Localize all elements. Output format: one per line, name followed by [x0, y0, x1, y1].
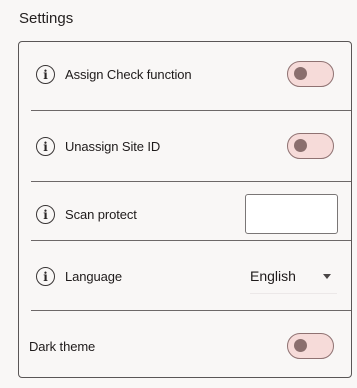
- divider: [31, 310, 351, 311]
- settings-card: i Assign Check function i Unassign Site …: [18, 41, 352, 378]
- setting-row-scan-protect: i Scan protect: [19, 194, 351, 234]
- divider: [31, 110, 351, 111]
- unassign-site-toggle[interactable]: [287, 133, 334, 159]
- divider: [31, 240, 351, 241]
- scan-protect-input[interactable]: [245, 194, 338, 234]
- language-select[interactable]: English: [250, 259, 337, 294]
- info-icon[interactable]: i: [36, 64, 55, 84]
- page-title: Settings: [19, 10, 74, 27]
- settings-page: Settings i Assign Check function i Unass…: [0, 0, 357, 388]
- info-icon[interactable]: i: [36, 136, 55, 156]
- setting-row-unassign-site: i Unassign Site ID: [19, 132, 351, 160]
- divider: [31, 181, 351, 182]
- assign-check-toggle[interactable]: [287, 61, 334, 87]
- info-icon[interactable]: i: [36, 266, 55, 286]
- language-label: Language: [65, 268, 123, 284]
- language-selected-value: English: [250, 268, 296, 284]
- scan-protect-label: Scan protect: [65, 206, 137, 222]
- unassign-site-label: Unassign Site ID: [65, 138, 161, 154]
- info-icon[interactable]: i: [36, 204, 55, 224]
- dark-theme-label: Dark theme: [29, 338, 96, 354]
- setting-row-language: i Language English: [19, 262, 351, 294]
- dark-theme-toggle[interactable]: [287, 333, 334, 359]
- toggle-knob: [294, 339, 307, 352]
- assign-check-label: Assign Check function: [65, 66, 192, 82]
- setting-row-assign-check: i Assign Check function: [19, 60, 351, 88]
- setting-row-dark-theme: Dark theme: [19, 332, 351, 360]
- toggle-knob: [294, 139, 307, 152]
- toggle-knob: [294, 67, 307, 80]
- chevron-down-icon: [323, 273, 331, 279]
